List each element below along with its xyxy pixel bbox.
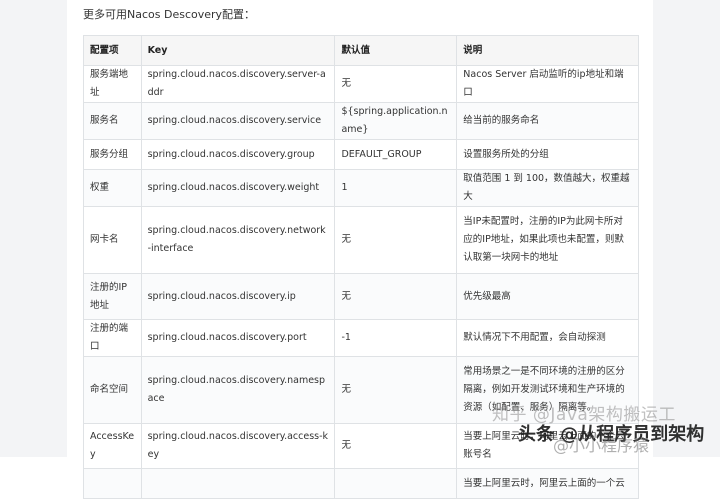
cell-key: spring.cloud.nacos.discovery.ip <box>140 273 336 320</box>
cell-description: 默认情况下不用配置，会自动探测 <box>456 319 639 357</box>
cell-default: 无 <box>334 206 458 274</box>
table-row: 服务分组 spring.cloud.nacos.discovery.group … <box>83 139 639 170</box>
cell-description: Nacos Server 启动监听的ip地址和端口 <box>456 65 639 103</box>
cell-description: 给当前的服务命名 <box>456 102 639 140</box>
cell-default: -1 <box>334 319 458 357</box>
table-row: AccessKey spring.cloud.nacos.discovery.a… <box>83 423 639 469</box>
cell-default: 1 <box>334 169 458 207</box>
cell-config-item: AccessKey <box>83 423 142 469</box>
cell-key: spring.cloud.nacos.discovery.access-key <box>140 423 336 469</box>
cell-default: DEFAULT_GROUP <box>334 139 458 170</box>
cell-key <box>140 468 336 499</box>
header-description: 说明 <box>456 35 639 66</box>
cell-default: 无 <box>334 423 458 469</box>
table-row: 注册的IP地址 spring.cloud.nacos.discovery.ip … <box>83 273 639 320</box>
cell-config-item: 权重 <box>83 169 142 207</box>
cell-config-item: 命名空间 <box>83 356 142 424</box>
cell-key: spring.cloud.nacos.discovery.service <box>140 102 336 140</box>
cell-description: 设置服务所处的分组 <box>456 139 639 170</box>
cell-default: 无 <box>334 356 458 424</box>
cell-description: 优先级最高 <box>456 273 639 320</box>
cell-default: 无 <box>334 65 458 103</box>
cell-key: spring.cloud.nacos.discovery.network-int… <box>140 206 336 274</box>
cell-key: spring.cloud.nacos.discovery.namespace <box>140 356 336 424</box>
cell-config-item: 服务分组 <box>83 139 142 170</box>
cell-config-item: 注册的IP地址 <box>83 273 142 320</box>
article-content: 更多可用Nacos Descovery配置： 配置项 Key 默认值 说明 服务… <box>67 0 653 499</box>
cell-config-item: 服务端地址 <box>83 65 142 103</box>
right-gutter <box>653 0 720 457</box>
cell-description: 常用场景之一是不同环境的注册的区分隔离，例如开发测试环境和生产环境的资源（如配置… <box>456 356 639 424</box>
cell-description: 当要上阿里云时，阿里云上面的一个云 <box>456 468 639 499</box>
table-row: 当要上阿里云时，阿里云上面的一个云 <box>83 468 639 499</box>
table-row: 命名空间 spring.cloud.nacos.discovery.namesp… <box>83 356 639 424</box>
cell-key: spring.cloud.nacos.discovery.server-addr <box>140 65 336 103</box>
table-row: 网卡名 spring.cloud.nacos.discovery.network… <box>83 206 639 274</box>
header-default: 默认值 <box>334 35 458 66</box>
table-row: 服务名 spring.cloud.nacos.discovery.service… <box>83 102 639 140</box>
cell-key: spring.cloud.nacos.discovery.group <box>140 139 336 170</box>
cell-config-item: 网卡名 <box>83 206 142 274</box>
intro-text: 更多可用Nacos Descovery配置： <box>83 8 256 21</box>
cell-description: 当IP未配置时，注册的IP为此网卡所对应的IP地址，如果此项也未配置，则默认取第… <box>456 206 639 274</box>
cell-default: 无 <box>334 273 458 320</box>
header-config-item: 配置项 <box>83 35 142 66</box>
cell-config-item: 服务名 <box>83 102 142 140</box>
header-key: Key <box>140 35 336 66</box>
cell-default: ${spring.application.name} <box>334 102 458 140</box>
cell-key: spring.cloud.nacos.discovery.port <box>140 319 336 357</box>
cell-description: 当要上阿里云时，阿里云上面的一个云账号名 <box>456 423 639 469</box>
cell-config-item: 注册的端口 <box>83 319 142 357</box>
cell-config-item <box>83 468 142 499</box>
cell-default <box>334 468 458 499</box>
left-gutter <box>0 0 67 457</box>
table-row: 服务端地址 spring.cloud.nacos.discovery.serve… <box>83 65 639 103</box>
table-header-row: 配置项 Key 默认值 说明 <box>83 35 639 66</box>
table-row: 注册的端口 spring.cloud.nacos.discovery.port … <box>83 319 639 357</box>
cell-description: 取值范围 1 到 100，数值越大，权重越大 <box>456 169 639 207</box>
table-row: 权重 spring.cloud.nacos.discovery.weight 1… <box>83 169 639 207</box>
config-table: 配置项 Key 默认值 说明 服务端地址 spring.cloud.nacos.… <box>83 35 639 499</box>
cell-key: spring.cloud.nacos.discovery.weight <box>140 169 336 207</box>
